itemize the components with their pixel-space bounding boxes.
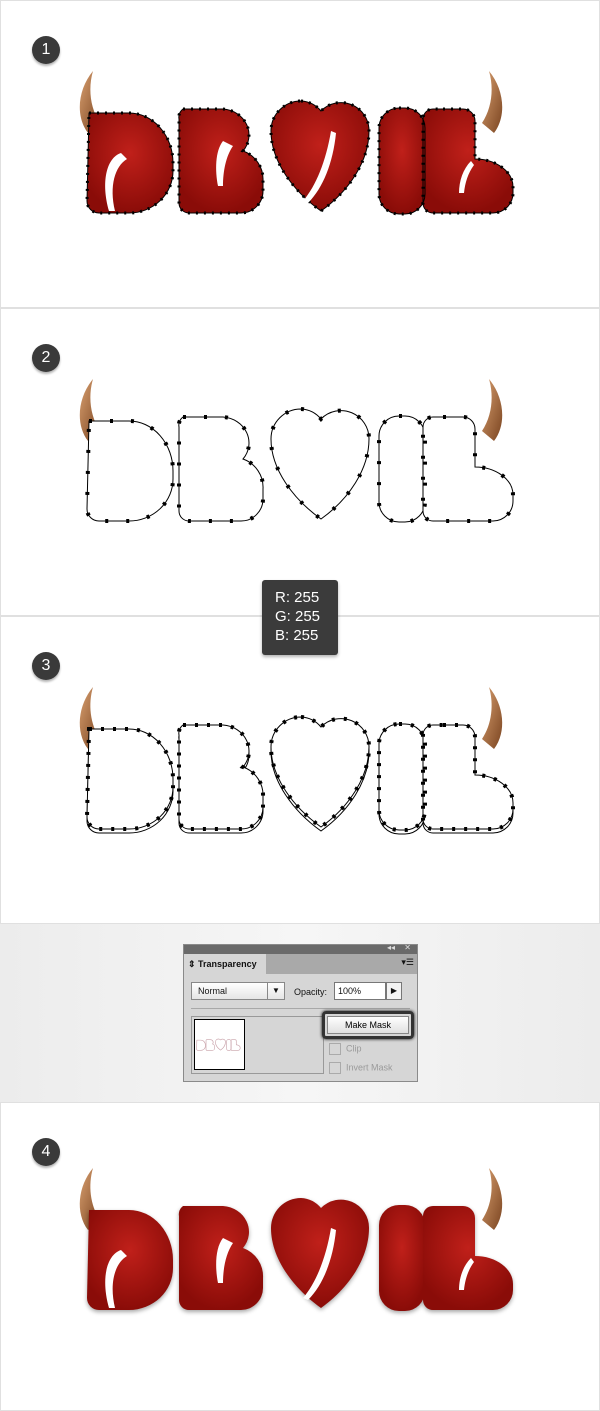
blend-mode-select[interactable]: Normal ▼	[191, 982, 285, 1000]
devil-final-artwork	[79, 1168, 513, 1311]
panel-titlebar: ◂◂ ✕	[184, 943, 417, 954]
divider	[191, 1008, 410, 1009]
step-1-panel: 1	[0, 0, 600, 308]
devil-text-artwork-with-paths	[79, 71, 515, 216]
panel-menu-icon[interactable]: ▾☰	[401, 957, 414, 968]
invert-mask-checkbox[interactable]: Invert Mask	[329, 1062, 393, 1074]
step-2-panel: 2	[0, 308, 600, 616]
tab-transparency[interactable]: ⇕ Transparency	[184, 954, 266, 974]
step-badge: 2	[32, 344, 60, 372]
step-badge: 4	[32, 1138, 60, 1166]
step-4-panel: 4	[0, 1102, 600, 1411]
opacity-slider-button[interactable]: ▶	[386, 982, 402, 1000]
opacity-input[interactable]: 100%	[334, 982, 386, 1000]
devil-outline-artwork	[79, 379, 515, 524]
transparency-panel: ◂◂ ✕ ⇕ Transparency ▾☰ Normal ▼ Opacity: …	[183, 943, 418, 1082]
chevron-down-icon: ▼	[267, 983, 284, 999]
blue-value: B: 255	[275, 627, 319, 644]
opacity-label: Opacity:	[294, 987, 328, 997]
clip-checkbox[interactable]: Clip	[329, 1043, 362, 1055]
double-chevron-left-icon[interactable]: ◂◂	[387, 943, 395, 952]
step-3-panel: 3	[0, 616, 600, 924]
close-icon[interactable]: ✕	[404, 943, 411, 952]
green-value: G: 255	[275, 608, 321, 625]
color-values-tooltip: R: 255 G: 255 B: 255	[262, 580, 338, 655]
step-badge: 1	[32, 36, 60, 64]
red-value: R: 255	[275, 589, 320, 606]
step-badge: 3	[32, 652, 60, 680]
devil-stacked-outline-artwork	[79, 687, 515, 835]
object-thumbnail[interactable]	[194, 1019, 245, 1070]
object-thumbnail-area	[191, 1016, 324, 1074]
make-mask-button[interactable]: Make Mask	[327, 1016, 409, 1034]
make-mask-highlight: Make Mask	[322, 1011, 414, 1039]
